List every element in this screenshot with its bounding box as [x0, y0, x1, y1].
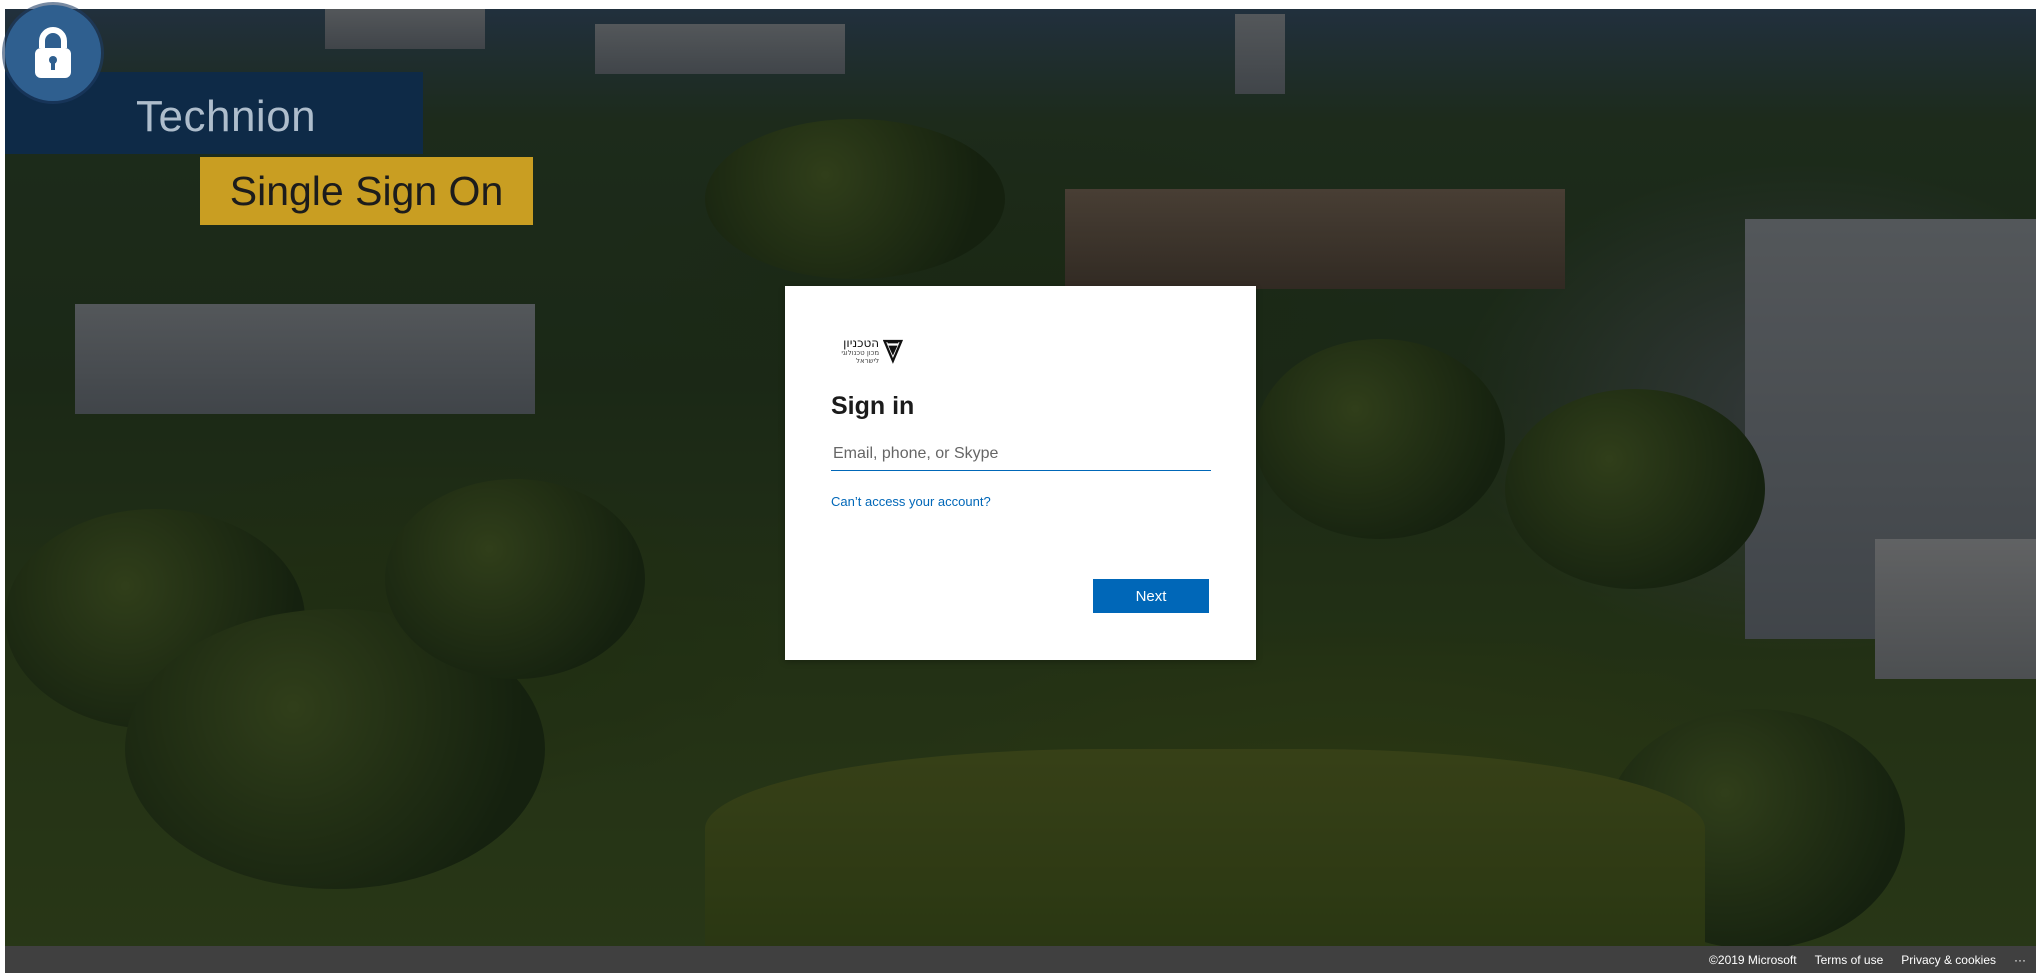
logo-text-main: הטכניון [843, 336, 880, 350]
sso-label: Single Sign On [229, 167, 504, 214]
email-input[interactable] [831, 438, 1211, 471]
sso-banner: Single Sign On [200, 157, 533, 225]
next-button[interactable]: Next [1093, 579, 1209, 613]
signin-title: Sign in [831, 392, 915, 420]
lock-icon [35, 27, 71, 78]
privacy-cookies-link[interactable]: Privacy & cookies [1901, 953, 1996, 967]
lock-badge [5, 5, 101, 101]
technion-logo: הטכניון מכון טכנולוגי לישראל [831, 332, 903, 370]
technion-emblem-icon [883, 339, 903, 364]
logo-text-sub: מכון טכנולוגי לישראל [841, 349, 880, 365]
signin-card: הטכניון מכון טכנולוגי לישראל Sign in Can… [785, 286, 1256, 660]
cant-access-account-link[interactable]: Can’t access your account? [831, 494, 991, 509]
footer-copyright: ©2019 Microsoft [1709, 952, 1797, 967]
footer: ©2019 Microsoft Terms of use Privacy & c… [5, 946, 2036, 973]
page: Technion Single Sign On הטכניון מכון טכנ… [0, 0, 2036, 973]
more-options-button[interactable]: ··· [2014, 953, 2026, 967]
brand-name: Technion [136, 92, 317, 141]
terms-of-use-link[interactable]: Terms of use [1815, 953, 1884, 967]
logo-text: הטכניון מכון טכנולוגי לישראל [831, 337, 879, 365]
